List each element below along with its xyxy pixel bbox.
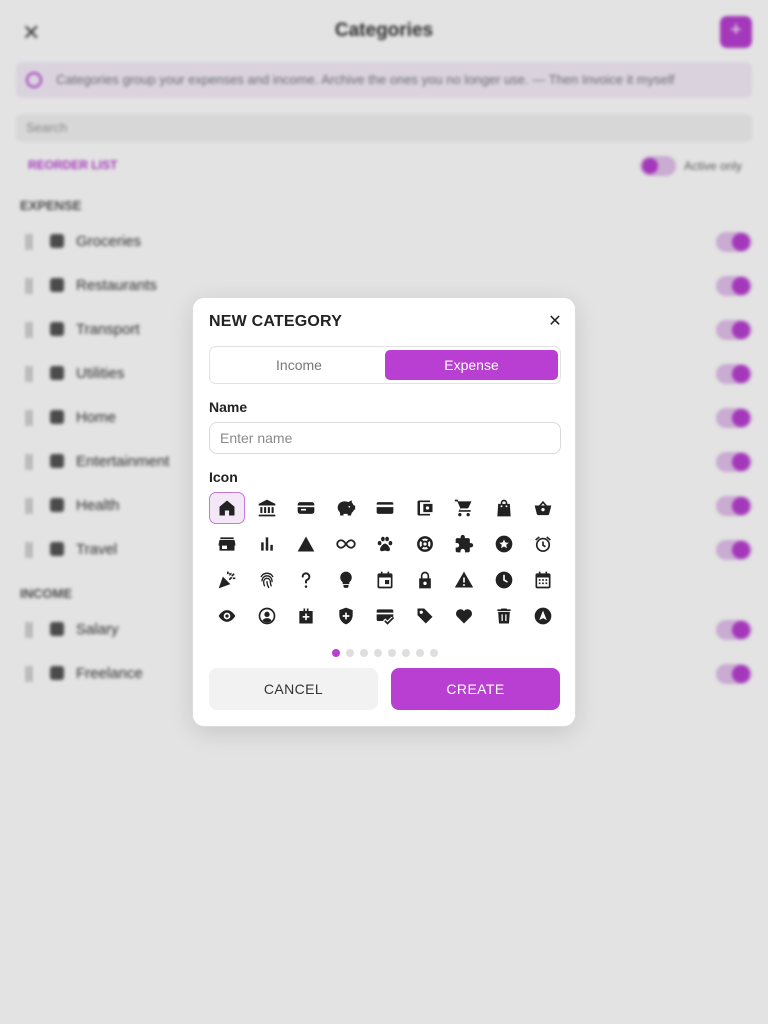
page-dot[interactable]: [360, 649, 368, 657]
type-option-expense[interactable]: Expense: [385, 350, 558, 380]
type-segmented-control: Income Expense: [209, 346, 561, 384]
medical-bag-icon[interactable]: [288, 600, 324, 632]
create-button[interactable]: CREATE: [391, 668, 560, 710]
tag-icon[interactable]: [407, 600, 443, 632]
party-popper-icon[interactable]: [209, 564, 245, 596]
lifebuoy-icon[interactable]: [407, 528, 443, 560]
icon-page-indicator: [193, 644, 577, 657]
alarm-icon[interactable]: [525, 528, 561, 560]
lock-icon[interactable]: [407, 564, 443, 596]
star-circle-icon[interactable]: [486, 528, 522, 560]
basket-icon[interactable]: [525, 492, 561, 524]
dialog-title: NEW CATEGORY: [209, 313, 343, 330]
lightbulb-icon[interactable]: [328, 564, 364, 596]
fingerprint-icon[interactable]: [249, 564, 285, 596]
clock-icon[interactable]: [486, 564, 522, 596]
icon-label: Icon: [209, 469, 238, 485]
calendar-grid-icon[interactable]: [525, 564, 561, 596]
close-icon[interactable]: ✕: [543, 310, 567, 334]
shield-plus-icon[interactable]: [328, 600, 364, 632]
page-dot[interactable]: [374, 649, 382, 657]
page-dot[interactable]: [402, 649, 410, 657]
eye-icon[interactable]: [209, 600, 245, 632]
infinity-icon[interactable]: [328, 528, 364, 560]
triangle-icon[interactable]: [288, 528, 324, 560]
card-check-icon[interactable]: [367, 600, 403, 632]
warning-icon[interactable]: [446, 564, 482, 596]
type-option-income[interactable]: Income: [213, 350, 385, 380]
shopping-cart-icon[interactable]: [446, 492, 482, 524]
heart-icon[interactable]: [446, 600, 482, 632]
cancel-button[interactable]: CANCEL: [209, 668, 378, 710]
bar-chart-icon[interactable]: [249, 528, 285, 560]
paw-icon[interactable]: [367, 528, 403, 560]
page-dot[interactable]: [416, 649, 424, 657]
page-dot[interactable]: [332, 649, 340, 657]
home-icon[interactable]: [209, 492, 245, 524]
shopping-bag-icon[interactable]: [486, 492, 522, 524]
account-circle-icon[interactable]: [249, 600, 285, 632]
icon-picker-grid: [209, 492, 561, 632]
page-dot[interactable]: [346, 649, 354, 657]
wallet-icon[interactable]: [288, 492, 324, 524]
trash-icon[interactable]: [486, 600, 522, 632]
puzzle-icon[interactable]: [446, 528, 482, 560]
navigation-icon[interactable]: [525, 600, 561, 632]
account-wallet-icon[interactable]: [407, 492, 443, 524]
name-label: Name: [209, 399, 248, 415]
page-dot[interactable]: [388, 649, 396, 657]
name-input[interactable]: [209, 422, 561, 454]
question-icon[interactable]: [288, 564, 324, 596]
new-category-dialog: NEW CATEGORY ✕ Income Expense Name Icon: [192, 297, 576, 727]
credit-card-icon[interactable]: [367, 492, 403, 524]
bank-icon[interactable]: [249, 492, 285, 524]
calendar-event-icon[interactable]: [367, 564, 403, 596]
piggy-bank-icon[interactable]: [328, 492, 364, 524]
store-icon[interactable]: [209, 528, 245, 560]
page-dot[interactable]: [430, 649, 438, 657]
